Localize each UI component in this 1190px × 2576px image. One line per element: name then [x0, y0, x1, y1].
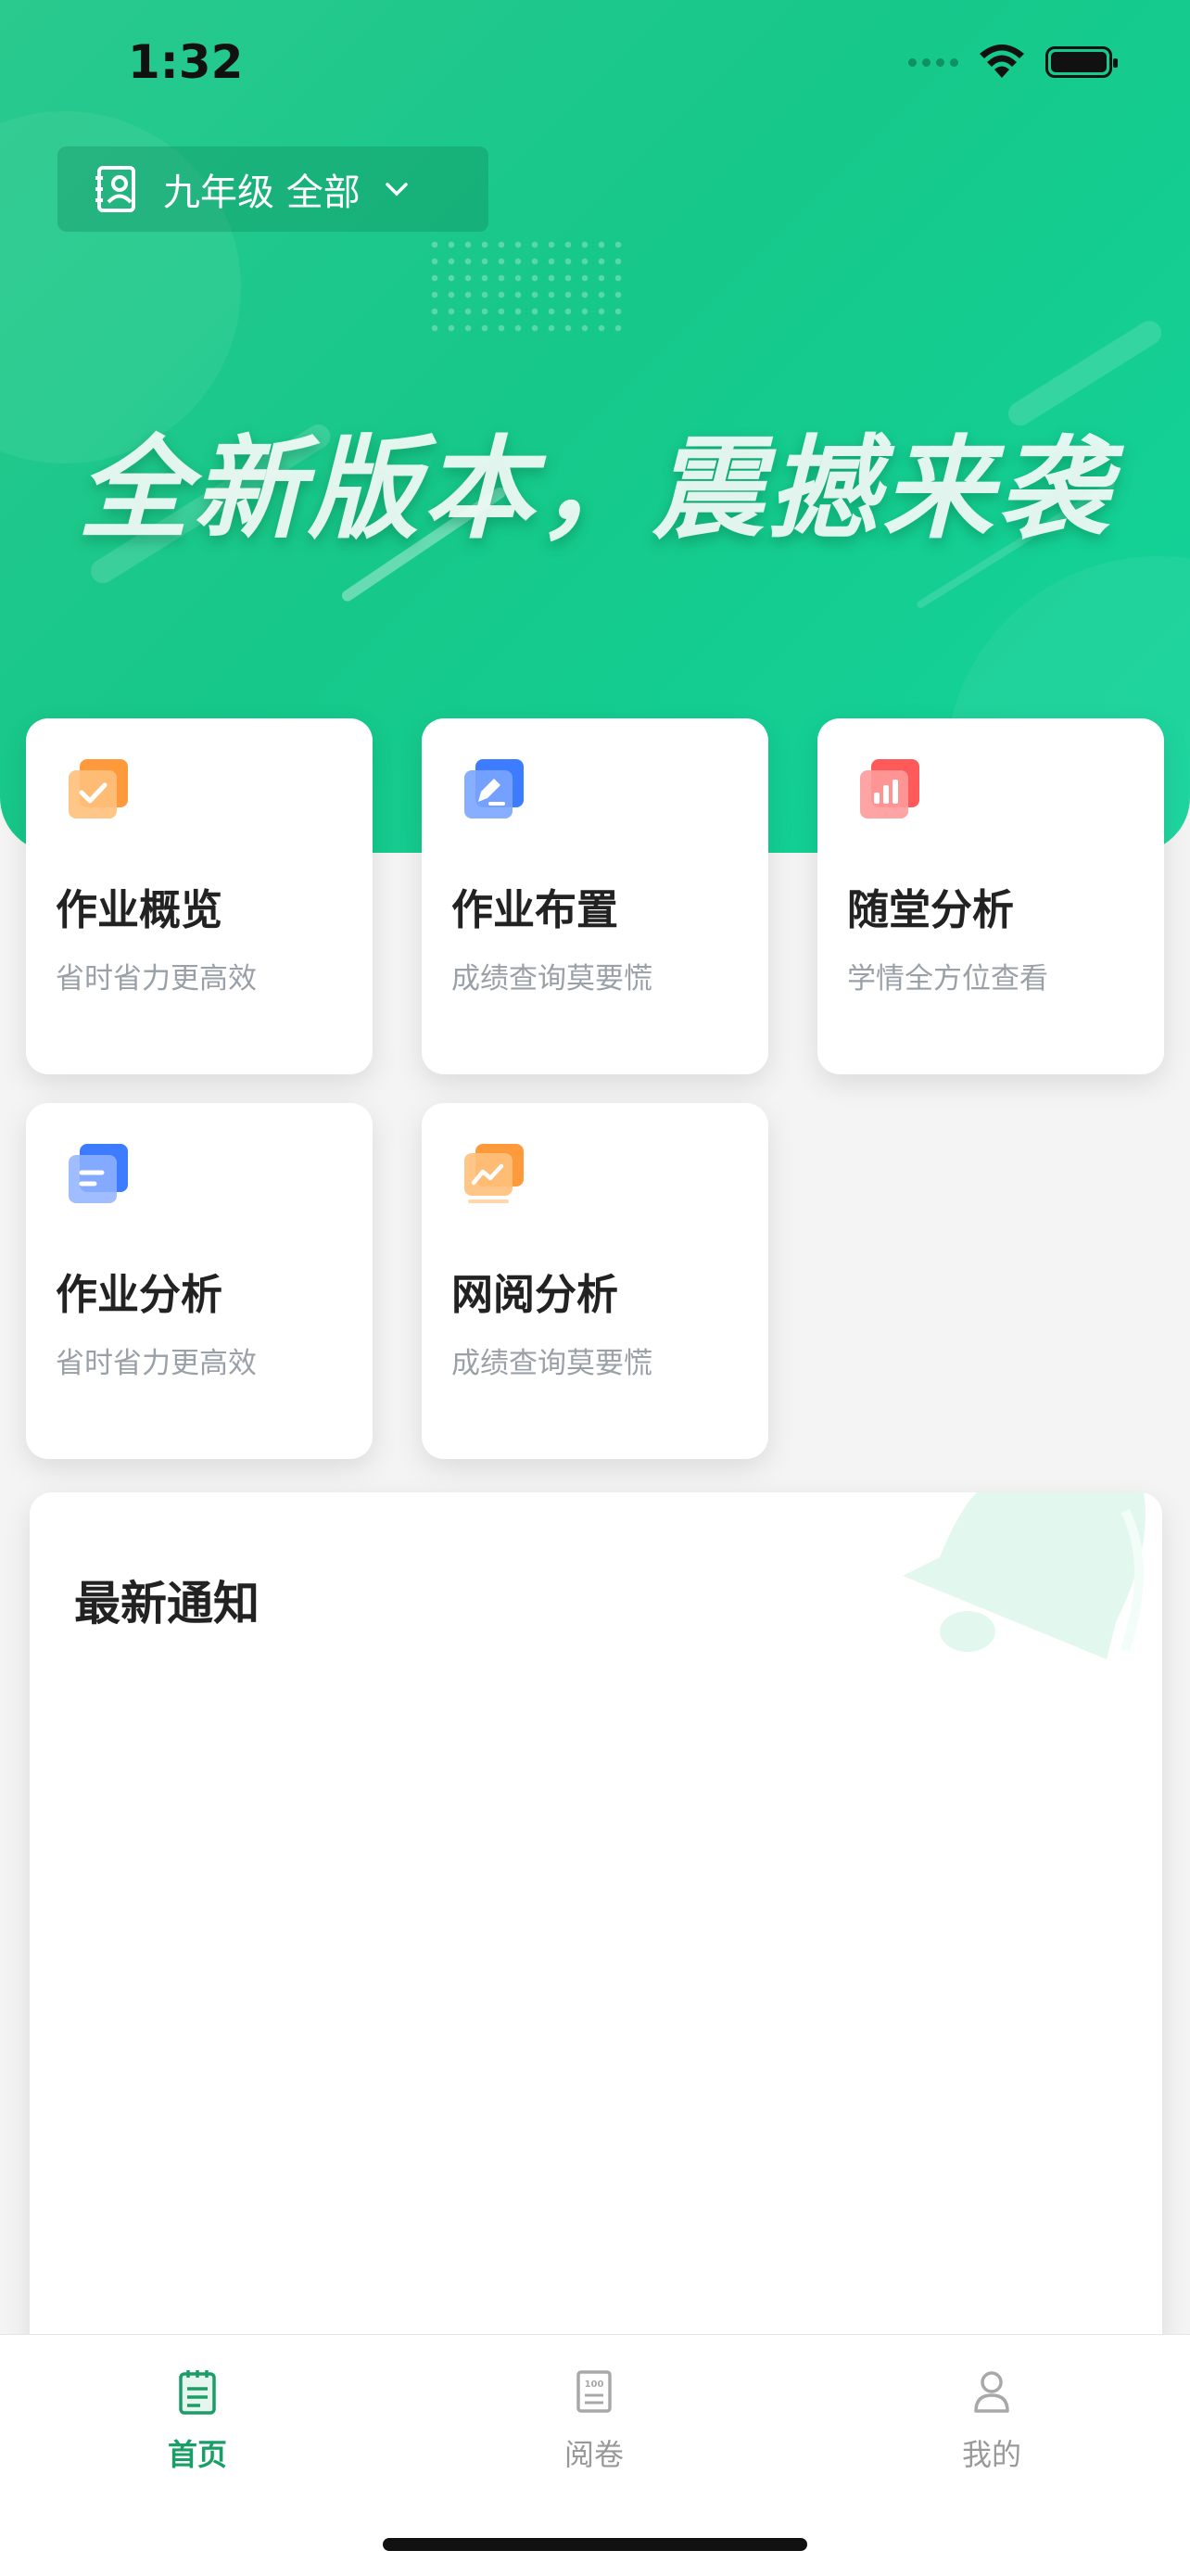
card-homework-overview[interactable]: 作业概览 省时省力更高效: [26, 718, 373, 1074]
homework-overview-icon: [69, 759, 128, 818]
banner-slogan: 全新版本，震撼来袭: [78, 425, 1112, 554]
card-class-analysis[interactable]: 随堂分析 学情全方位查看: [817, 718, 1164, 1074]
class-analysis-icon: [860, 759, 919, 818]
notice-title: 最新通知: [74, 1577, 260, 1631]
tab-home-label: 首页: [167, 2437, 227, 2472]
card-online-marking-analysis[interactable]: 网阅分析 成绩查询莫要慌: [422, 1103, 768, 1459]
wifi-icon: [980, 44, 1024, 78]
card-homework-assign[interactable]: 作业布置 成绩查询莫要慌: [422, 718, 768, 1074]
home-indicator: [383, 2538, 807, 2551]
card-homework-analysis[interactable]: 作业分析 省时省力更高效: [26, 1103, 373, 1459]
home-icon: [179, 2370, 216, 2415]
homework-analysis-icon: [69, 1144, 128, 1203]
tab-marking[interactable]: 100 阅卷: [501, 2368, 687, 2474]
card-title: 作业概览: [56, 885, 223, 934]
grade-selector-label: 九年级 全部: [163, 171, 361, 214]
class-book-icon: [95, 166, 135, 212]
tab-profile-label: 我的: [961, 2437, 1021, 2472]
card-title: 随堂分析: [847, 885, 1015, 934]
battery-icon: [1045, 46, 1118, 78]
notice-panel: 最新通知: [30, 1492, 1162, 2429]
tab-home[interactable]: 首页: [105, 2368, 290, 2474]
card-title: 作业分析: [56, 1270, 223, 1319]
bell-icon: [903, 1492, 1146, 1659]
card-title: 网阅分析: [451, 1270, 619, 1319]
card-subtitle: 成绩查询莫要慌: [451, 962, 652, 996]
status-icons: [908, 44, 1118, 80]
marking-icon: 100: [576, 2370, 612, 2413]
grade-selector[interactable]: 九年级 全部: [57, 146, 488, 232]
card-subtitle: 学情全方位查看: [847, 962, 1048, 996]
profile-icon: [974, 2371, 1009, 2413]
card-subtitle: 成绩查询莫要慌: [451, 1347, 652, 1380]
chevron-down-icon: [385, 183, 408, 197]
online-marking-analysis-icon: [464, 1144, 524, 1203]
tab-profile[interactable]: 我的: [899, 2368, 1084, 2474]
cellular-icon: [908, 57, 958, 67]
status-time: 1:32: [128, 35, 244, 89]
card-subtitle: 省时省力更高效: [56, 1347, 257, 1380]
homework-assign-icon: [464, 759, 524, 818]
svg-text:100: 100: [585, 2379, 604, 2390]
decor-dots: [426, 236, 626, 338]
card-title: 作业布置: [451, 885, 619, 934]
card-subtitle: 省时省力更高效: [56, 962, 257, 996]
tab-marking-label: 阅卷: [563, 2437, 624, 2472]
